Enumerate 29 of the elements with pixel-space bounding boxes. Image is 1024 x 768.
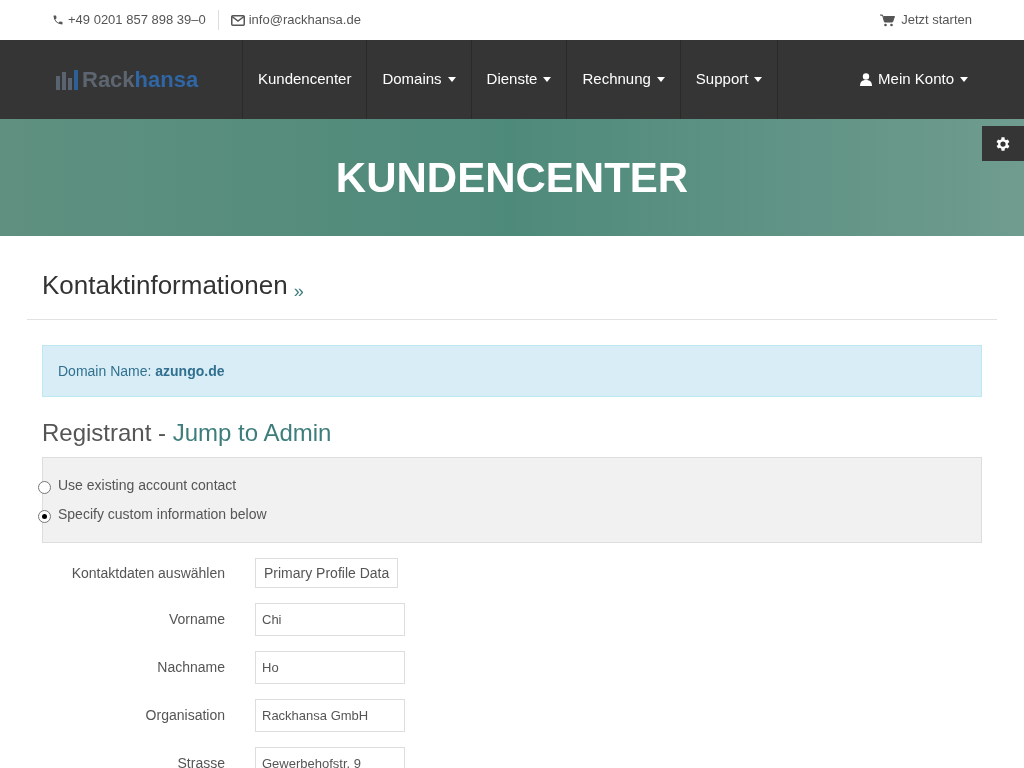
- email-link[interactable]: info@rackhansa.de: [248, 10, 361, 30]
- select-field[interactable]: Primary Profile Data: [255, 558, 399, 588]
- settings-button[interactable]: [982, 126, 1024, 161]
- envelope-icon: [230, 14, 245, 26]
- field-label: Vorname: [167, 610, 226, 629]
- settings-icon: [994, 134, 1012, 153]
- breadcrumb-arrow: »: [293, 280, 304, 303]
- hero-title: KUNDENCENTER: [335, 153, 689, 203]
- page-title: Kontaktinformationen: [42, 269, 288, 302]
- user-icon: [860, 73, 873, 86]
- cart-link[interactable]: Jetzt starten: [880, 10, 972, 30]
- section-title: Registrant -: [42, 418, 168, 448]
- phone-number: +49 0201 857 898 39–0: [68, 11, 206, 30]
- field-label: Kontaktdaten auswählen: [70, 563, 226, 583]
- field-label: Nachname: [156, 658, 226, 677]
- phone-icon: [52, 14, 64, 26]
- field-label: Strasse: [176, 754, 226, 768]
- radio-option[interactable]: Use existing account contact: [38, 475, 981, 496]
- domain-alert: Domain Name: azungo.de: [42, 345, 982, 397]
- input-field[interactable]: Chi: [255, 603, 405, 636]
- cart-icon: [880, 13, 896, 27]
- input-field[interactable]: Ho: [255, 651, 405, 684]
- input-field[interactable]: Rackhansa GmbH: [255, 699, 405, 732]
- account-menu[interactable]: Mein Konto: [860, 40, 1024, 119]
- jump-link[interactable]: Jump to Admin: [172, 415, 332, 451]
- input-field[interactable]: Gewerbehofstr. 9: [255, 747, 405, 768]
- radio-option[interactable]: Specify custom information below: [38, 504, 981, 525]
- bars-icon: [56, 69, 78, 90]
- field-label: Organisation: [144, 706, 226, 725]
